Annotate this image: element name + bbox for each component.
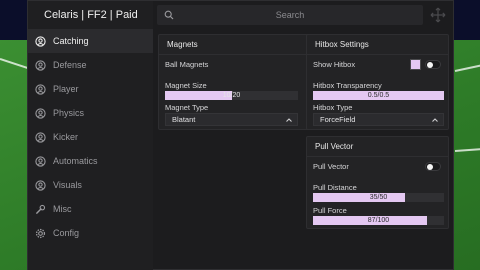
sidebar-item-player[interactable]: Player — [28, 77, 153, 101]
sidebar-item-catching[interactable]: Catching — [28, 29, 153, 53]
slider-value: 0.5/0.5 — [367, 92, 390, 99]
sidebar-item-label: Kicker — [53, 132, 79, 142]
sidebar-item-label: Defense — [53, 60, 87, 70]
divider — [159, 54, 328, 55]
sidebar-nav: Catching Defense Player Physics Kicker A… — [28, 29, 153, 245]
user-circle-icon — [35, 131, 46, 143]
pull-vector-label: Pull Vector — [313, 162, 349, 171]
pull-distance-slider[interactable]: 35/50 — [313, 193, 444, 202]
slider-value: 35/50 — [369, 194, 388, 201]
hitbox-type-label: Hitbox Type — [313, 103, 353, 112]
panel-title: Pull Vector — [315, 142, 354, 151]
magnet-size-slider[interactable]: 10/20 — [165, 91, 298, 100]
sidebar-item-defense[interactable]: Defense — [28, 53, 153, 77]
search-bar[interactable] — [157, 5, 423, 25]
magnet-size-label: Magnet Size — [165, 81, 207, 90]
sidebar-item-label: Player — [53, 84, 79, 94]
pull-force-label: Pull Force — [313, 206, 347, 215]
dropdown-value: Blatant — [172, 115, 196, 124]
user-circle-icon — [35, 179, 46, 191]
gear-icon — [35, 228, 46, 239]
sidebar-item-label: Config — [53, 228, 80, 238]
chevron-up-icon — [286, 118, 292, 122]
user-circle-icon — [35, 83, 46, 95]
sidebar-item-label: Physics — [53, 108, 85, 118]
panel-title: Magnets — [167, 40, 198, 49]
toggle-knob — [427, 164, 433, 170]
pull-vector-toggle[interactable] — [425, 162, 441, 171]
magnet-type-dropdown[interactable]: Blatant — [165, 113, 298, 126]
sidebar-item-automatics[interactable]: Automatics — [28, 149, 153, 173]
hub-window: Celaris | FF2 | Paid Catching Defense Pl… — [27, 0, 454, 270]
chevron-up-icon — [432, 118, 438, 122]
sidebar: Celaris | FF2 | Paid Catching Defense Pl… — [28, 1, 153, 270]
user-circle-icon — [35, 107, 46, 119]
sidebar-item-kicker[interactable]: Kicker — [28, 125, 153, 149]
app-title: Celaris | FF2 | Paid — [44, 9, 138, 21]
divider — [307, 54, 448, 55]
ball-magnets-label: Ball Magnets — [165, 60, 209, 69]
panel-title: Hitbox Settings — [315, 40, 369, 49]
sidebar-item-visuals[interactable]: Visuals — [28, 173, 153, 197]
pull-force-slider[interactable]: 87/100 — [313, 216, 444, 225]
hitbox-type-dropdown[interactable]: ForceField — [313, 113, 444, 126]
hitbox-color-swatch[interactable] — [410, 59, 421, 70]
magnet-type-label: Magnet Type — [165, 103, 209, 112]
user-circle-icon — [35, 155, 46, 167]
hitbox-transparency-slider[interactable]: 0.5/0.5 — [313, 91, 444, 100]
dropdown-value: ForceField — [320, 115, 356, 124]
sidebar-item-label: Misc — [53, 204, 72, 214]
toggle-knob — [427, 62, 433, 68]
show-hitbox-label: Show Hitbox — [313, 60, 356, 69]
sidebar-item-label: Visuals — [53, 180, 82, 190]
pull-distance-label: Pull Distance — [313, 183, 357, 192]
hitbox-settings-panel: Hitbox Settings Show Hitbox Hitbox Trans… — [306, 34, 449, 130]
wrench-icon — [35, 204, 46, 215]
sidebar-item-misc[interactable]: Misc — [28, 197, 153, 221]
slider-value: 87/100 — [367, 217, 390, 224]
search-input[interactable] — [157, 5, 423, 25]
show-hitbox-toggle[interactable] — [425, 60, 441, 69]
sidebar-item-label: Automatics — [53, 156, 98, 166]
user-circle-icon — [35, 35, 46, 47]
sidebar-item-config[interactable]: Config — [28, 221, 153, 245]
magnets-panel: Magnets Ball Magnets Magnet Size 10/20 M… — [158, 34, 329, 130]
sidebar-item-label: Catching — [53, 36, 89, 46]
user-circle-icon — [35, 59, 46, 71]
divider — [307, 156, 448, 157]
move-icon[interactable] — [430, 7, 446, 23]
sidebar-item-physics[interactable]: Physics — [28, 101, 153, 125]
hitbox-transparency-label: Hitbox Transparency — [313, 81, 382, 90]
slider-value: 10/20 — [222, 92, 241, 99]
pull-vector-panel: Pull Vector Pull Vector Pull Distance 35… — [306, 136, 449, 229]
